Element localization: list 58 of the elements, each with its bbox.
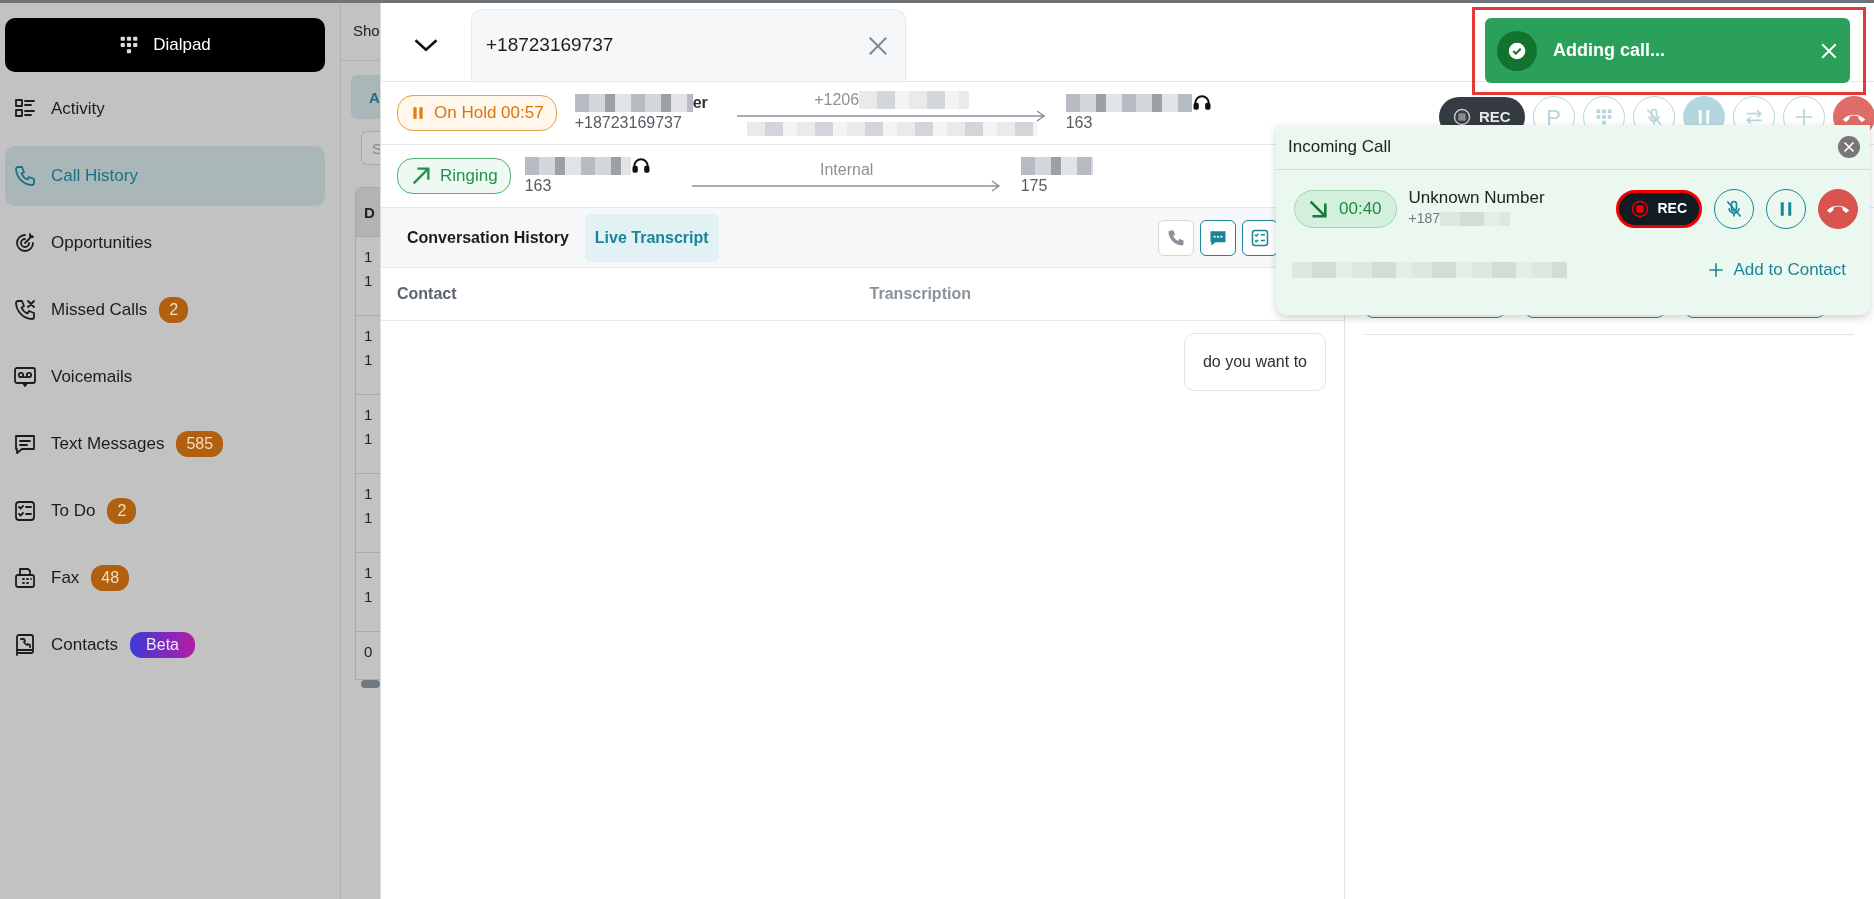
record-button[interactable]: REC xyxy=(1616,189,1702,228)
column-header: Contact xyxy=(397,284,457,304)
add-to-contact-link[interactable]: Add to Contact xyxy=(1707,257,1846,283)
duration: 00:40 xyxy=(1339,197,1382,220)
message-bubble: do you want to xyxy=(1183,333,1326,391)
route-label: +1206 xyxy=(814,90,860,110)
caller-name: er xyxy=(692,93,708,113)
table-cell-text: 0 xyxy=(364,642,374,662)
column-header: D xyxy=(356,188,380,236)
sidebar-item-label: Text Messages xyxy=(51,433,165,456)
call-tab[interactable]: +18723169737 xyxy=(471,9,906,81)
count-badge: 585 xyxy=(176,431,224,457)
phone-number: 175 xyxy=(1020,176,1049,196)
count-badge: Beta xyxy=(130,632,195,658)
status-text: On Hold 00:57 xyxy=(434,102,544,125)
tab[interactable]: Conversation History xyxy=(397,213,579,262)
column-header: Transcription xyxy=(868,284,971,304)
count-badge: 2 xyxy=(159,297,189,323)
table-cell-text: 1 xyxy=(364,484,374,504)
count-badge: 2 xyxy=(107,498,137,524)
sidebar-item-label: Missed Calls xyxy=(51,299,148,322)
phone-number: 163 xyxy=(524,176,553,196)
panel-title: Incoming Call xyxy=(1288,136,1391,159)
table-cell-text: 1 xyxy=(364,271,374,291)
sidebar-item-label: Fax xyxy=(51,567,80,590)
table-cell-text: 1 xyxy=(364,405,374,425)
sidebar-item-label: Voicemails xyxy=(51,366,133,389)
sidebar-item[interactable]: Text Messages 585 xyxy=(5,414,325,474)
route-label: Internal xyxy=(819,160,874,180)
tab[interactable]: Live Transcript xyxy=(584,213,719,262)
sidebar-item[interactable]: Activity xyxy=(5,79,325,139)
sidebar-item-label: Opportunities xyxy=(51,232,153,255)
sidebar-item-label: To Do xyxy=(51,500,96,523)
count-badge: 48 xyxy=(91,565,130,591)
sidebar-item[interactable]: Missed Calls 2 xyxy=(5,280,325,340)
sidebar-item-label: Call History xyxy=(51,165,138,188)
table-cell-text: 1 xyxy=(364,326,374,346)
toast-message: Adding call... xyxy=(1553,39,1665,62)
table-cell-text: 1 xyxy=(364,587,374,607)
dialpad-button[interactable]: Dialpad xyxy=(5,18,325,72)
sidebar-item[interactable]: Fax 48 xyxy=(5,548,325,608)
caller-name: Unknown Number xyxy=(1408,188,1546,208)
status-text: Ringing xyxy=(440,165,498,188)
phone-number: +18723169737 xyxy=(574,113,683,133)
sidebar-item[interactable]: To Do 2 xyxy=(5,481,325,541)
table-cell-text: 1 xyxy=(364,247,374,267)
phone-number: +18723169737 xyxy=(486,33,614,58)
table-cell-text: 1 xyxy=(364,508,374,528)
table-cell-text: 1 xyxy=(364,563,374,583)
sidebar-item-label: Contacts xyxy=(51,634,119,657)
sidebar-item[interactable]: Opportunities xyxy=(5,213,325,273)
sidebar-item[interactable]: Voicemails xyxy=(5,347,325,407)
phone-number: 163 xyxy=(1065,113,1094,133)
table-cell-text: 1 xyxy=(364,350,374,370)
table-cell-text: 1 xyxy=(364,429,374,449)
phone-number: +187 xyxy=(1408,209,1441,228)
sidebar-item-label: Activity xyxy=(51,98,105,121)
sidebar-item[interactable]: Contacts Beta xyxy=(5,615,325,675)
